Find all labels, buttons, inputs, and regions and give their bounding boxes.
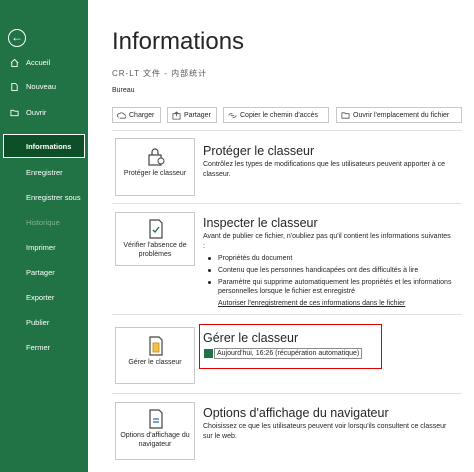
copy-link-icon: [228, 113, 237, 118]
button-caption: Gérer le classeur: [128, 359, 182, 366]
manage-workbook-button[interactable]: Gérer le classeur: [115, 327, 195, 384]
share-icon: [172, 111, 181, 120]
button-caption: Vérifier l'absence de problèmes: [123, 242, 187, 258]
nav-item-historique: Historique: [26, 218, 60, 227]
nav-item-accueil[interactable]: Accueil: [0, 55, 88, 71]
divider: [112, 203, 462, 204]
bullet-text: Paramètre qui supprime automatiquement l…: [218, 279, 452, 295]
divider: [112, 314, 462, 315]
nav-item-exporter[interactable]: Exporter: [26, 293, 54, 302]
button-label: Partager: [184, 112, 211, 119]
upload-icon: [117, 112, 126, 119]
section-description: Avant de publier ce fichier, n'oubliez p…: [203, 233, 451, 250]
file-location: Bureau: [112, 87, 135, 94]
section-description: Choisissez ce que les utilisateurs peuve…: [203, 423, 447, 440]
bullet-text: Contenu que les personnes handicapées on…: [218, 267, 419, 274]
section-title: Gérer le classeur: [203, 331, 299, 345]
file-name: CR-LT 文件 - 内部统计: [112, 69, 208, 78]
bullet-dot: [208, 281, 211, 284]
backstage-sidebar: ← Accueil Nouveau Ouvrir Informations En…: [0, 0, 88, 472]
home-icon: [10, 58, 19, 68]
excel-file-icon: [204, 349, 213, 358]
button-label: Copier le chemin d'accès: [240, 112, 318, 119]
nav-item-ouvrir[interactable]: Ouvrir: [0, 105, 88, 121]
page-title: Informations: [112, 28, 245, 55]
button-label: Ouvrir l'emplacement du fichier: [353, 112, 450, 119]
allow-save-info-link[interactable]: Autoriser l'enregistrement de ces inform…: [218, 300, 405, 307]
browser-view-options-button[interactable]: Options d'affichage du navigateur: [115, 402, 195, 460]
nav-item-imprimer[interactable]: Imprimer: [26, 243, 56, 252]
nav-item-publier[interactable]: Publier: [26, 318, 49, 327]
nav-label: Accueil: [26, 58, 51, 67]
bullet-dot: [208, 257, 211, 260]
button-label: Charger: [129, 112, 155, 119]
nav-item-partager[interactable]: Partager: [26, 268, 55, 277]
new-file-icon: [11, 82, 18, 92]
browser-options-icon: [149, 409, 163, 429]
version-label: Aujourd'hui, 16:26 (récupération automat…: [214, 348, 363, 359]
nav-label: Ouvrir: [26, 108, 47, 117]
inspect-document-icon: [149, 219, 163, 239]
protect-workbook-button[interactable]: Protéger le classeur: [115, 138, 195, 196]
back-arrow-icon[interactable]: ←: [8, 29, 26, 47]
section-title: Inspecter le classeur: [203, 216, 318, 230]
button-caption: Options d'affichage du navigateur: [120, 432, 190, 448]
lock-icon: [148, 148, 165, 166]
check-issues-button[interactable]: Vérifier l'absence de problèmes: [115, 212, 195, 266]
copy-path-button[interactable]: Copier le chemin d'accès: [223, 107, 329, 123]
section-description: Contrôlez les types de modifications que…: [203, 161, 446, 178]
section-title: Protéger le classeur: [203, 144, 315, 158]
nav-item-enregistrer-sous[interactable]: Enregistrer sous: [26, 193, 81, 202]
nav-item-nouveau[interactable]: Nouveau: [0, 79, 88, 95]
divider: [112, 393, 462, 394]
bullet-dot: [208, 269, 211, 272]
open-location-button[interactable]: Ouvrir l'emplacement du fichier: [336, 107, 462, 123]
folder-icon: [341, 112, 350, 119]
nav-item-fermer[interactable]: Fermer: [26, 343, 50, 352]
button-caption: Protéger le classeur: [123, 170, 187, 177]
section-title: Options d'affichage du navigateur: [203, 406, 389, 420]
nav-label: Nouveau: [26, 82, 57, 91]
nav-item-enregistrer[interactable]: Enregistrer: [26, 168, 63, 177]
manage-document-icon: [149, 336, 163, 356]
nav-item-informations[interactable]: Informations: [3, 134, 85, 158]
nav-label: Informations: [26, 142, 72, 151]
bullet-text: Propriétés du document: [218, 255, 293, 262]
upload-button[interactable]: Charger: [112, 107, 161, 123]
open-folder-icon: [10, 109, 19, 117]
divider: [112, 130, 462, 131]
share-button[interactable]: Partager: [167, 107, 217, 123]
